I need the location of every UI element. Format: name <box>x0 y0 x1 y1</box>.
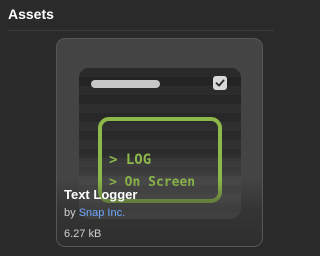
author-link[interactable]: Snap Inc. <box>79 207 125 219</box>
thumbnail-log-line: > LOG <box>109 152 152 168</box>
asset-size: 6.27 kB <box>64 228 102 240</box>
author-prefix: by <box>64 207 76 219</box>
asset-author: by Snap Inc. <box>64 207 125 219</box>
thumbnail-title-bar <box>91 80 160 88</box>
asset-card[interactable]: > LOG > On Screen Text Logger by Snap In… <box>56 38 263 247</box>
header-divider <box>8 30 274 31</box>
asset-name: Text Logger <box>64 187 138 202</box>
checkmark-icon <box>213 76 227 90</box>
panel-title: Assets <box>8 6 54 22</box>
assets-header: Assets <box>0 0 274 31</box>
